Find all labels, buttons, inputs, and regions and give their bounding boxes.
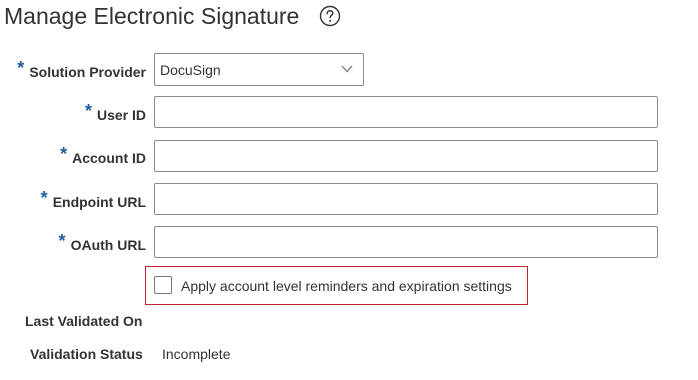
reminders-checkbox-label[interactable]: Apply account level reminders and expira… bbox=[181, 278, 512, 294]
user-id-label: * User ID bbox=[84, 101, 146, 123]
reminders-checkbox-highlight: Apply account level reminders and expira… bbox=[145, 266, 528, 305]
endpoint-url-field[interactable] bbox=[154, 183, 658, 215]
required-marker: * bbox=[58, 231, 66, 251]
solution-provider-label: * Solution Provider bbox=[17, 58, 146, 80]
required-marker: * bbox=[17, 58, 25, 78]
account-id-label: * Account ID bbox=[60, 144, 146, 166]
validation-status-value: Incomplete bbox=[162, 346, 231, 362]
required-marker: * bbox=[84, 101, 92, 121]
endpoint-url-label: * Endpoint URL bbox=[40, 188, 146, 210]
required-marker: * bbox=[40, 188, 48, 208]
oauth-url-label: * OAuth URL bbox=[58, 231, 146, 253]
reminders-checkbox[interactable] bbox=[154, 276, 172, 294]
account-id-field[interactable] bbox=[154, 140, 658, 172]
solution-provider-select[interactable]: DocuSign bbox=[154, 53, 364, 86]
validation-status-label: Validation Status bbox=[30, 346, 143, 362]
required-marker: * bbox=[60, 144, 68, 164]
user-id-field[interactable] bbox=[154, 96, 658, 128]
page-title: Manage Electronic Signature bbox=[4, 3, 300, 29]
question-circle-icon[interactable] bbox=[319, 5, 341, 27]
last-validated-on-label: Last Validated On bbox=[25, 313, 143, 329]
select-underline bbox=[155, 85, 333, 86]
oauth-url-field[interactable] bbox=[154, 226, 658, 258]
solution-provider-value: DocuSign bbox=[160, 62, 221, 78]
chevron-down-icon bbox=[341, 65, 353, 73]
